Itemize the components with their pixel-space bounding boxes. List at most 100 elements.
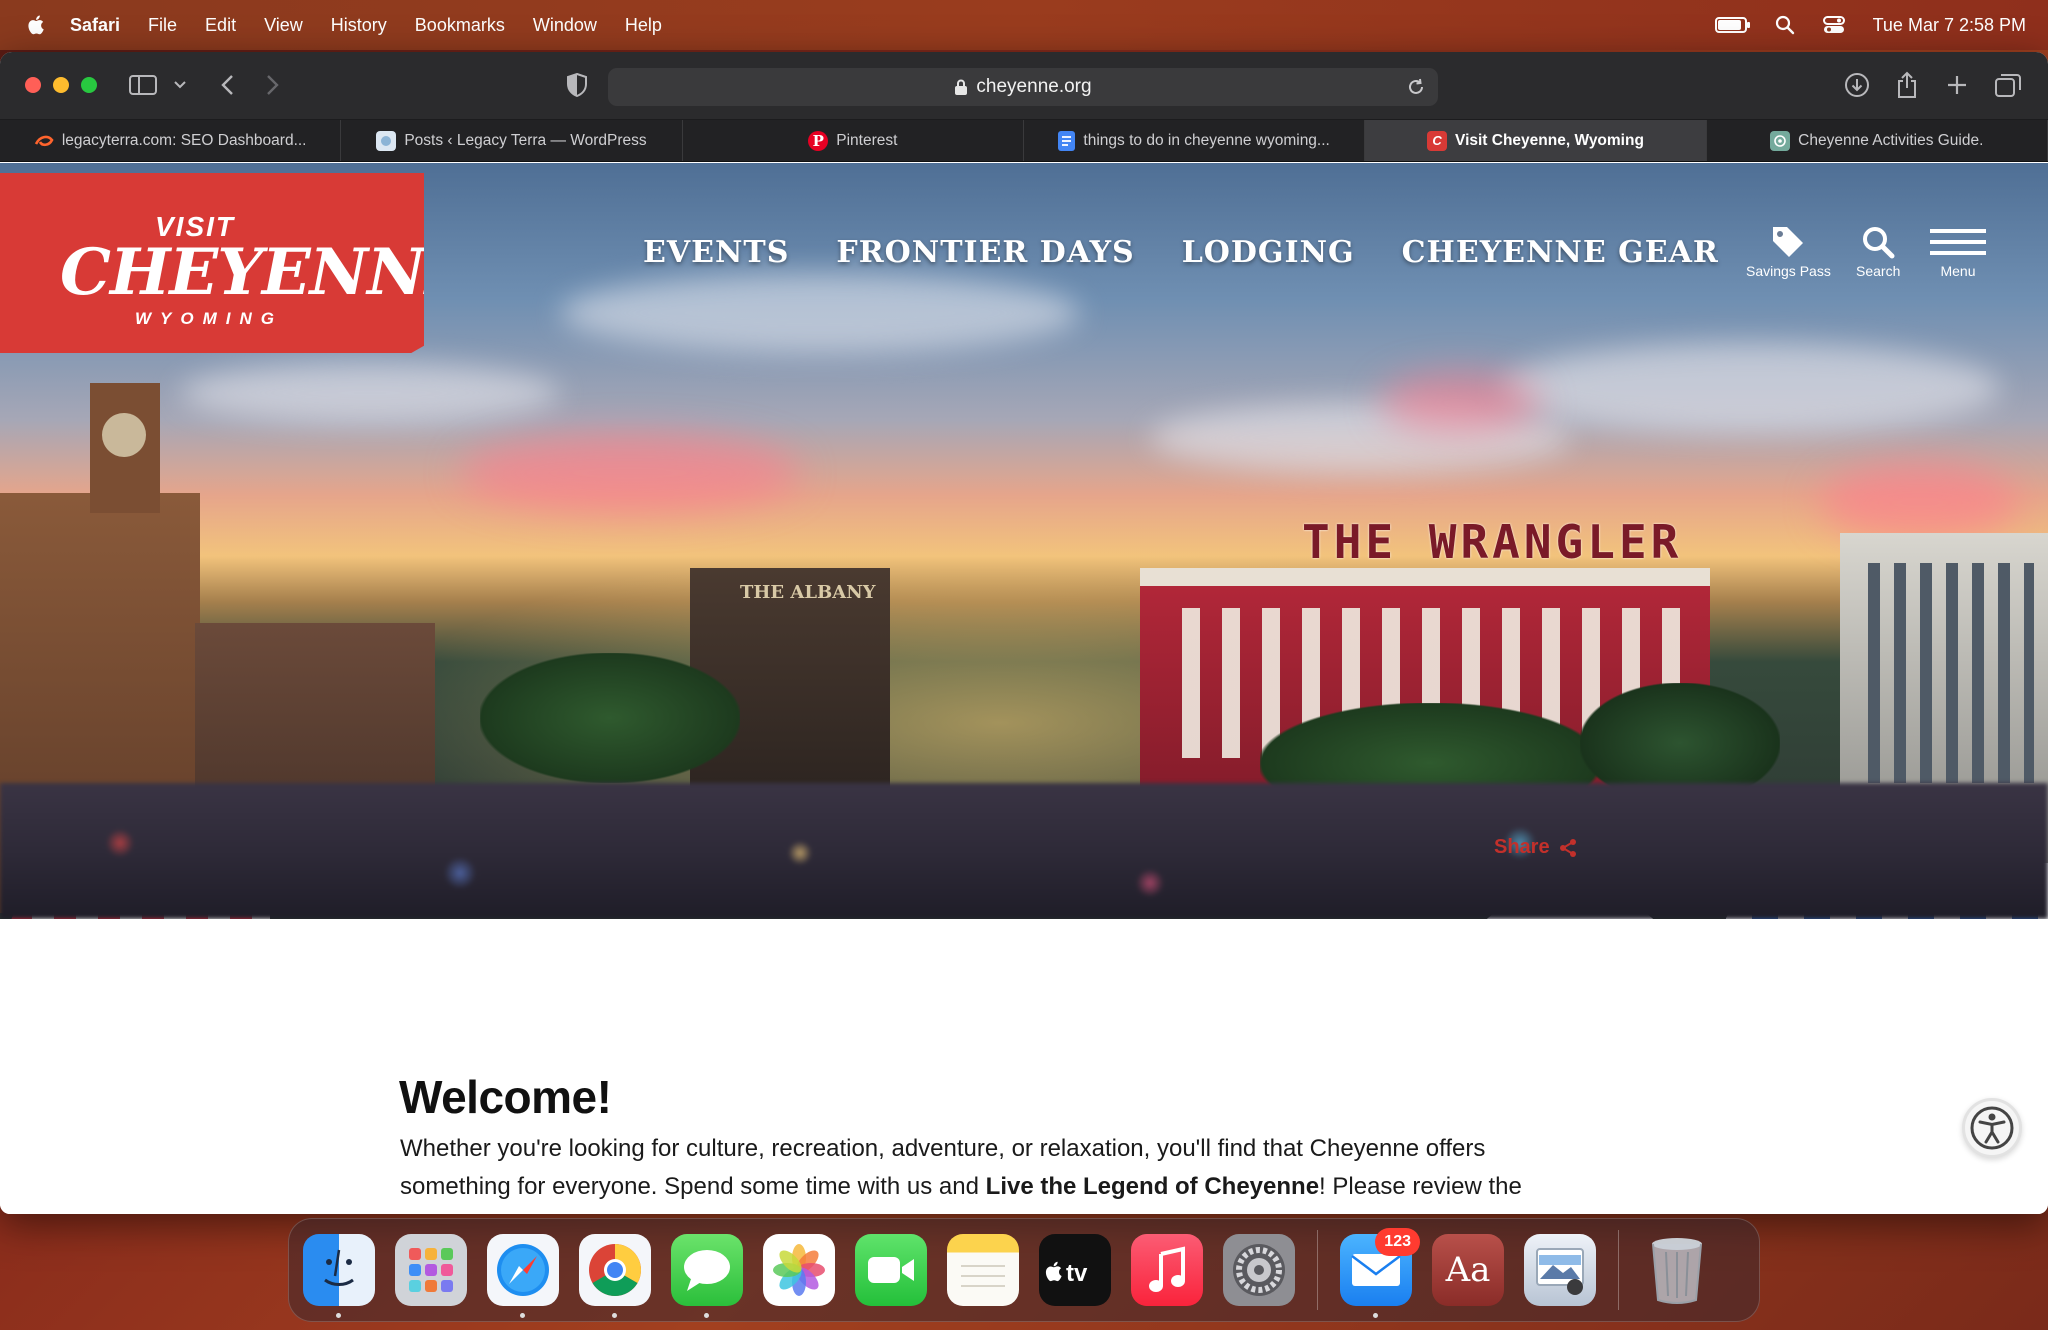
dock-dictionary[interactable]: Aa [1432, 1234, 1504, 1306]
accessibility-icon [1970, 1106, 2014, 1150]
tab-title: Cheyenne Activities Guide. [1798, 131, 1984, 149]
reload-icon[interactable] [1406, 77, 1426, 97]
dictionary-icon: Aa [1445, 1250, 1491, 1290]
dock-facetime[interactable] [855, 1234, 927, 1306]
savings-pass-button[interactable]: Savings Pass [1746, 221, 1831, 279]
tab-wordpress[interactable]: Posts ‹ Legacy Terra — WordPress [341, 120, 683, 161]
crowd [0, 783, 2048, 919]
chevron-down-icon[interactable] [165, 70, 195, 100]
intro-line-2: something for everyone. Spend some time … [400, 1173, 1522, 1200]
close-window-button[interactable] [25, 77, 41, 93]
privacy-shield-icon[interactable] [562, 70, 592, 100]
search-label: Search [1856, 263, 1901, 279]
launchpad-icon [409, 1248, 453, 1292]
address-bar[interactable]: cheyenne.org [608, 68, 1438, 106]
menu-view[interactable]: View [264, 15, 303, 36]
menu-bookmarks[interactable]: Bookmarks [415, 15, 505, 36]
dock-separator [1317, 1230, 1318, 1310]
menu-edit[interactable]: Edit [205, 15, 236, 36]
tab-title: Pinterest [836, 131, 898, 149]
svg-text:tv: tv [1066, 1260, 1088, 1285]
dock-safari[interactable] [487, 1234, 559, 1318]
accessibility-button[interactable] [1962, 1098, 2022, 1158]
tab-title: Posts ‹ Legacy Terra — WordPress [404, 131, 647, 149]
tab-title: things to do in cheyenne wyoming... [1083, 131, 1330, 149]
menu-bar: Safari File Edit View History Bookmarks … [0, 0, 2048, 50]
nav-frontier-days[interactable]: FRONTIER DAYS [836, 235, 1134, 270]
wordpress-site-icon [376, 130, 397, 151]
lock-icon [955, 79, 968, 95]
spotlight-search-icon[interactable] [1775, 15, 1795, 35]
apple-icon[interactable] [26, 14, 48, 36]
sidebar-toggle-icon[interactable] [128, 70, 158, 100]
google-docs-icon [1058, 130, 1076, 151]
dock-mail[interactable]: 123 [1340, 1228, 1420, 1318]
dock-messages[interactable] [671, 1234, 743, 1318]
control-center-icon[interactable] [1822, 15, 1845, 35]
facetime-icon [868, 1257, 914, 1283]
dock-system-settings[interactable] [1223, 1234, 1295, 1306]
gear-icon [1233, 1244, 1285, 1296]
share-icon[interactable] [1892, 70, 1922, 100]
intro-line-1: Whether you're looking for culture, recr… [400, 1135, 1486, 1162]
menu-file[interactable]: File [148, 15, 177, 36]
dock-preview[interactable] [1524, 1234, 1596, 1306]
menubar-clock[interactable]: Tue Mar 7 2:58 PM [1873, 15, 2026, 36]
wrangler-sign: THE WRANGLER [1302, 515, 1683, 569]
battery-icon[interactable] [1714, 17, 1750, 33]
visit-cheyenne-logo[interactable]: VISIT CHEYENNE WYOMING [0, 173, 424, 353]
dock-finder[interactable] [303, 1234, 375, 1318]
forward-icon[interactable] [258, 70, 288, 100]
site-menu-button[interactable]: Menu [1930, 221, 1986, 279]
zoom-window-button[interactable] [81, 77, 97, 93]
visit-cheyenne-icon: C [1427, 130, 1448, 151]
dock-trash[interactable] [1641, 1234, 1713, 1306]
share-nodes-icon [1559, 838, 1576, 857]
site-navigation: EVENTS FRONTIER DAYS LODGING CHEYENNE GE… [643, 235, 1719, 270]
nav-cheyenne-gear[interactable]: CHEYENNE GEAR [1402, 235, 1719, 270]
back-icon[interactable] [212, 70, 242, 100]
window-controls [25, 77, 97, 93]
dock-separator [1618, 1230, 1619, 1310]
photos-icon [773, 1244, 825, 1296]
tab-google-docs[interactable]: things to do in cheyenne wyoming... [1024, 120, 1366, 161]
hamburger-menu-icon [1930, 221, 1986, 263]
mail-icon [1351, 1254, 1401, 1286]
menu-history[interactable]: History [331, 15, 387, 36]
intro-legend-link[interactable]: Live the Legend of Cheyenne [986, 1173, 1319, 1200]
dock-apple-tv[interactable]: tv [1039, 1234, 1111, 1306]
site-search-button[interactable]: Search [1856, 221, 1900, 279]
tab-chatgpt[interactable]: Cheyenne Activities Guide. [1707, 120, 2048, 161]
logo-state-text: WYOMING [135, 309, 283, 328]
downloads-icon[interactable] [1842, 70, 1872, 100]
logo-name-text: CHEYENNE [60, 235, 473, 310]
tab-overview-icon[interactable] [1993, 70, 2023, 100]
chatgpt-icon [1770, 130, 1791, 151]
dock-photos[interactable] [763, 1234, 835, 1306]
share-button[interactable]: Share [1494, 836, 1578, 859]
notes-icon [961, 1265, 1005, 1287]
dock-chrome[interactable] [579, 1234, 651, 1318]
dock-notes[interactable] [947, 1234, 1019, 1306]
menu-app-safari[interactable]: Safari [70, 15, 120, 36]
pinterest-icon: P [808, 130, 829, 151]
tab-visit-cheyenne[interactable]: C Visit Cheyenne, Wyoming [1365, 120, 1707, 161]
minimize-window-button[interactable] [53, 77, 69, 93]
menu-help[interactable]: Help [625, 15, 662, 36]
finder-icon [324, 1249, 354, 1286]
nav-events[interactable]: EVENTS [643, 235, 789, 270]
savings-pass-label: Savings Pass [1746, 263, 1831, 279]
new-tab-icon[interactable] [1942, 70, 1972, 100]
preview-icon [1536, 1248, 1584, 1295]
dock-music[interactable] [1131, 1234, 1203, 1306]
nav-lodging[interactable]: LODGING [1182, 235, 1355, 270]
tab-title: legacyterra.com: SEO Dashboard... [61, 131, 307, 149]
chrome-icon [589, 1244, 641, 1296]
safari-window: cheyenne.org legacyterra.com: SEO Dashbo… [0, 52, 2048, 1214]
mail-badge: 123 [1375, 1228, 1420, 1256]
tab-semrush[interactable]: legacyterra.com: SEO Dashboard... [0, 120, 342, 161]
dock-launchpad[interactable] [395, 1234, 467, 1306]
menu-window[interactable]: Window [533, 15, 597, 36]
messages-icon [684, 1250, 730, 1291]
tab-pinterest[interactable]: P Pinterest [683, 120, 1024, 161]
